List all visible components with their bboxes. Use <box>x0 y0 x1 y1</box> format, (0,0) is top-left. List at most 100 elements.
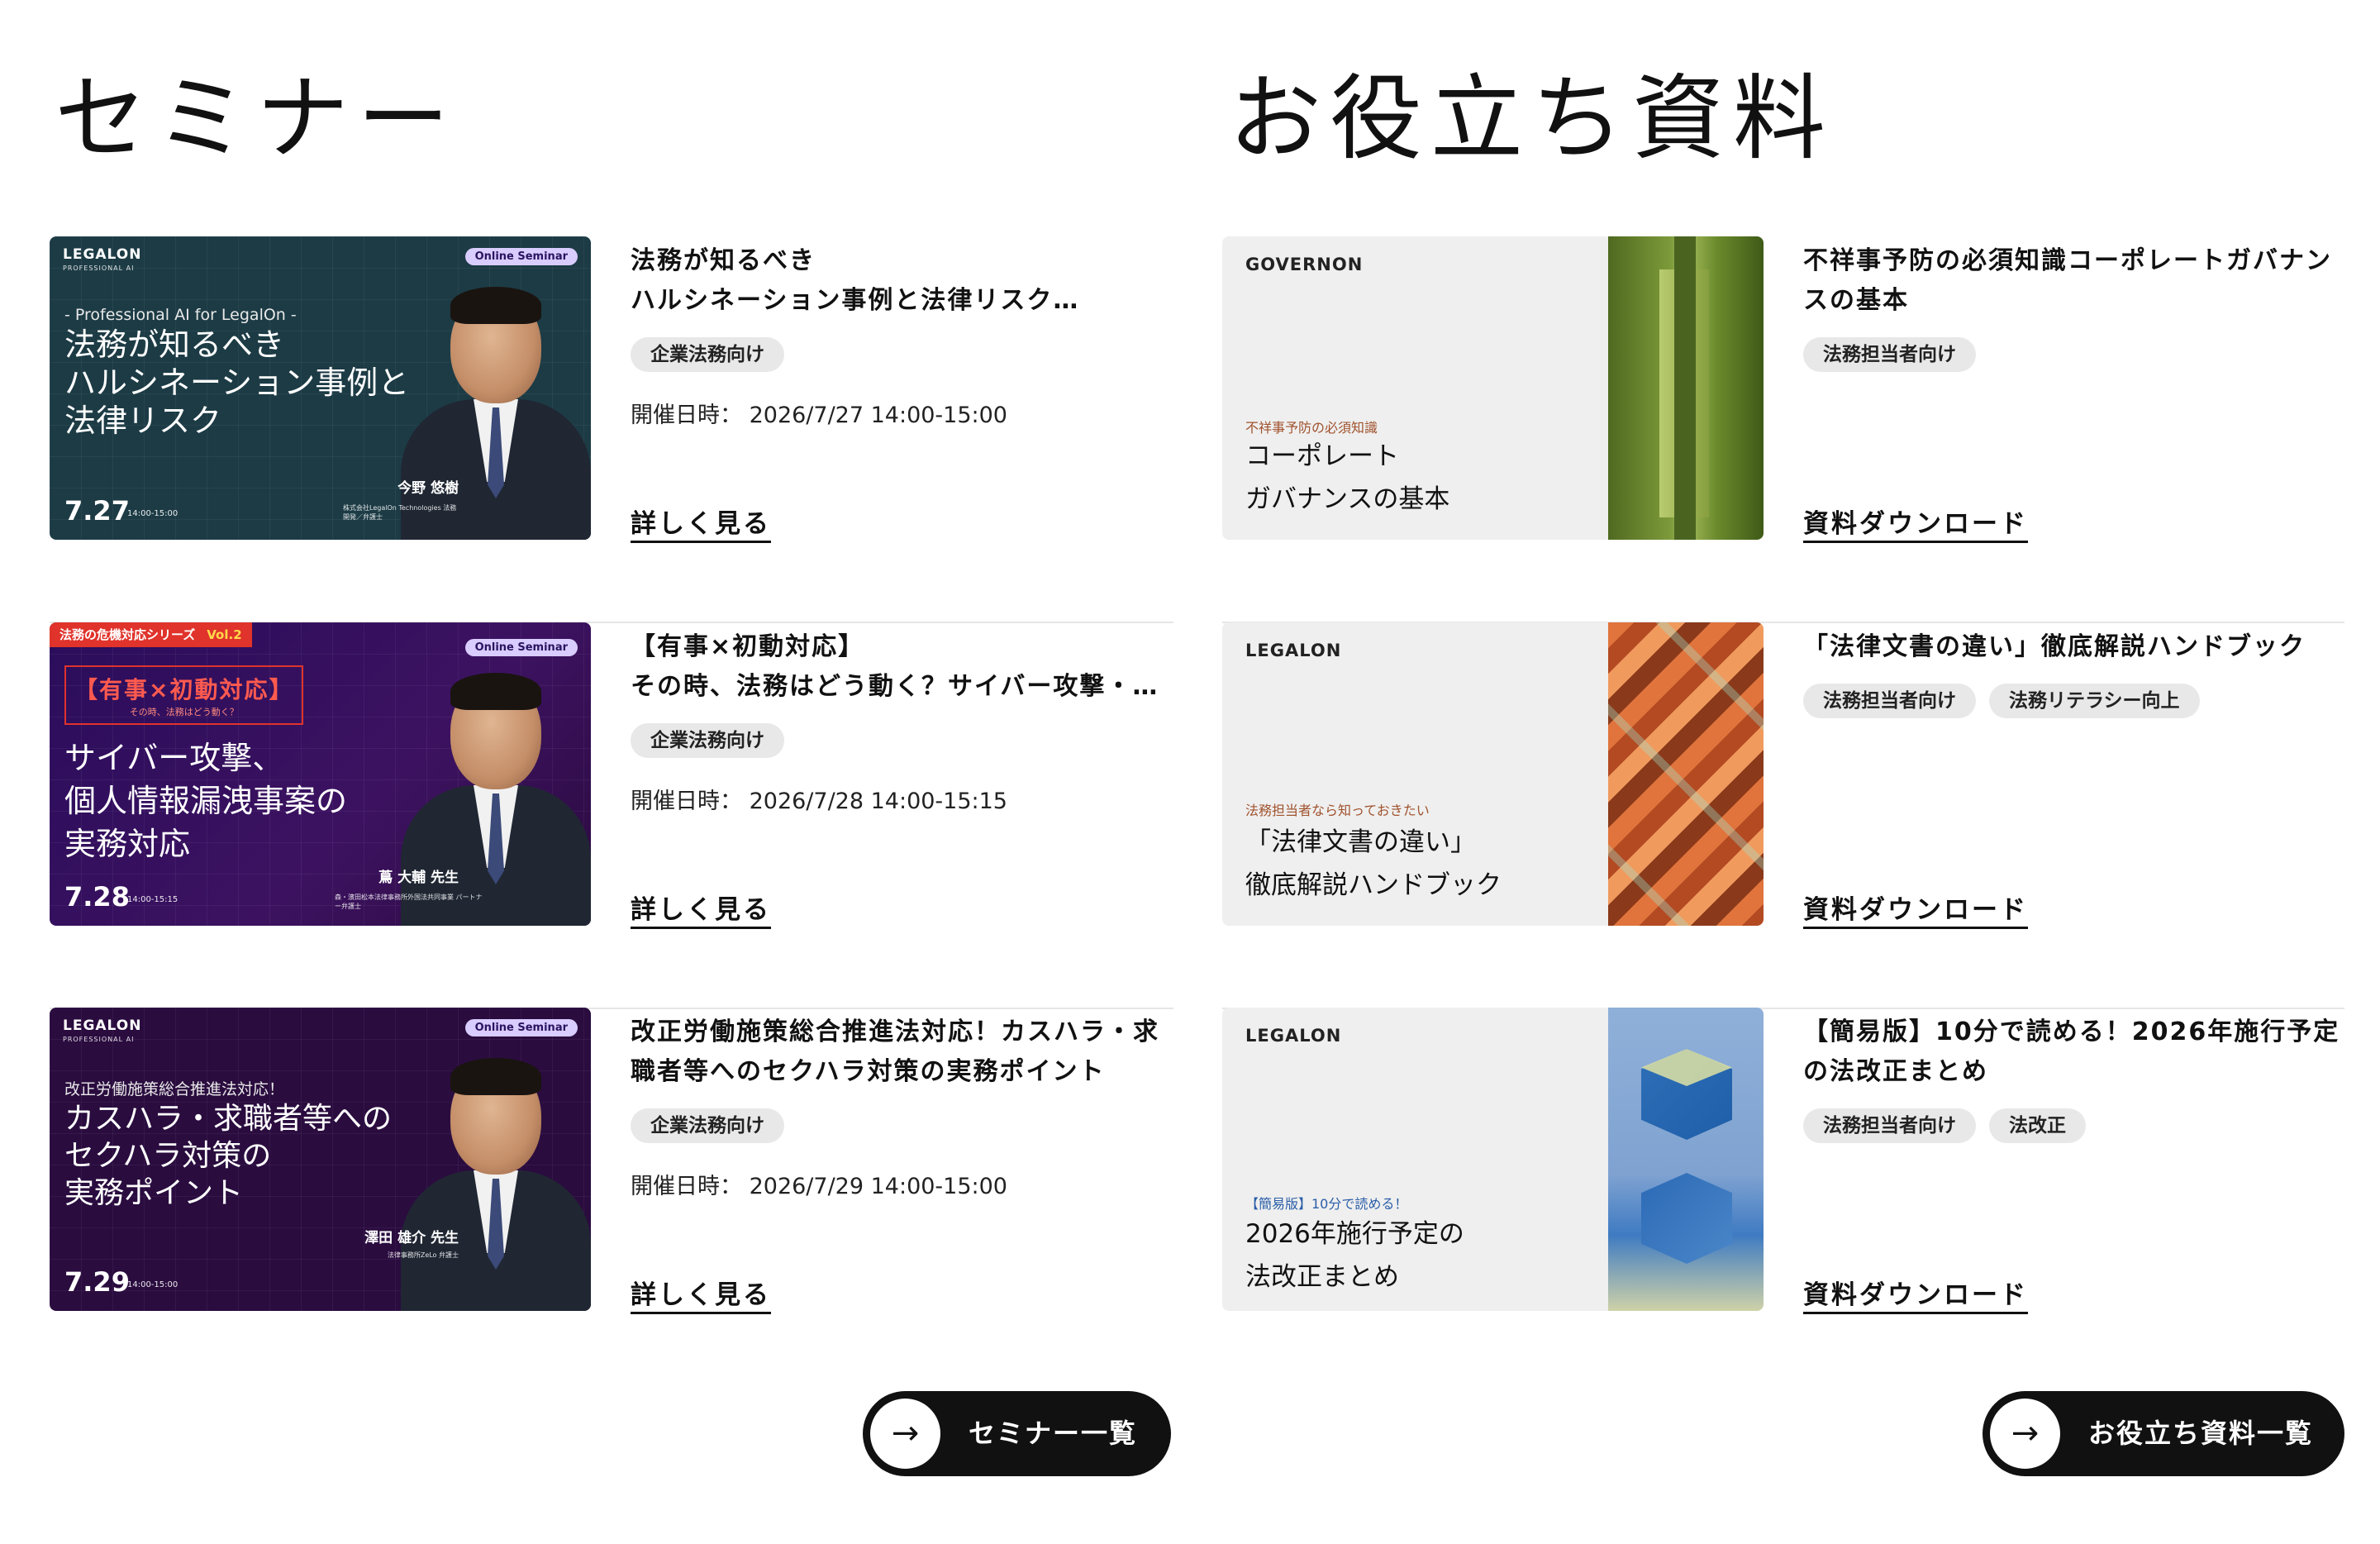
resource-info: 【簡易版】10分で読める！2026年施行予定の法改正まとめ 法務担当者向け 法改… <box>1803 1008 2344 1311</box>
resources-section-title: お役立ち資料 <box>1229 65 1834 173</box>
view-details-link[interactable]: 詳しく見る <box>631 1274 771 1311</box>
online-seminar-badge: Online Seminar <box>464 639 578 656</box>
seminar-date: 開催日時： 2026/7/29 14:00-15:00 <box>631 1168 1173 1200</box>
seminar-date: 開催日時： 2026/7/27 14:00-15:00 <box>631 397 1173 429</box>
tag-list: 企業法務向け <box>631 337 1173 372</box>
seminar-info: 法務が知るべき ハルシネーション事例と法律リスク… 企業法務向け 開催日時： 2… <box>631 236 1173 540</box>
series-name: 法務の危機対応シリーズ <box>60 627 196 642</box>
thumbnail-eyebrow: 法務担当者なら知っておきたい <box>1245 803 1430 818</box>
resource-card[interactable]: GOVERNON 不祥事予防の必須知識 コーポレート ガバナンスの基本 不祥事予… <box>1222 236 2344 623</box>
download-link[interactable]: 資料ダウンロード <box>1803 1274 2028 1311</box>
legalon-logo: LEGALON <box>1245 641 1342 660</box>
resource-title[interactable]: 【簡易版】10分で読める！2026年施行予定の法改正まとめ <box>1803 1013 2344 1092</box>
tag[interactable]: 企業法務向け <box>631 723 784 758</box>
speaker-affiliation: 法律事務所ZeLo 弁護士 <box>387 1251 459 1259</box>
seminar-card[interactable]: LEGALON PROFESSIONAL AI Online Seminar -… <box>50 236 1173 623</box>
resource-thumbnail[interactable]: LEGALON 【簡易版】10分で読める！ 2026年施行予定の 法改正まとめ <box>1222 1008 1764 1311</box>
resource-info: 「法律文書の違い」徹底解説ハンドブック 法務担当者向け 法務リテラシー向上 資料… <box>1803 622 2344 926</box>
arrow-right-icon: → <box>870 1399 940 1469</box>
tag-list: 企業法務向け <box>631 1108 1173 1143</box>
tag-list: 企業法務向け <box>631 723 1173 758</box>
tag[interactable]: 企業法務向け <box>631 1108 784 1143</box>
resource-thumbnail[interactable]: GOVERNON 不祥事予防の必須知識 コーポレート ガバナンスの基本 <box>1222 236 1764 540</box>
tag[interactable]: 法務リテラシー向上 <box>1989 684 2200 718</box>
seminar-card[interactable]: LEGALON PROFESSIONAL AI Online Seminar 改… <box>50 1008 1173 1394</box>
seminar-info: 改正労働施策総合推進法対応！カスハラ・求職者等へのセクハラ対策の実務ポイント 企… <box>631 1008 1173 1311</box>
thumbnail-eyebrow: 【簡易版】10分で読める！ <box>1245 1196 1408 1212</box>
seminar-title[interactable]: 改正労働施策総合推進法対応！カスハラ・求職者等へのセクハラ対策の実務ポイント <box>631 1013 1173 1092</box>
thumbnail-headline: 「法律文書の違い」 徹底解説ハンドブック <box>1245 827 1502 900</box>
seminar-section-title: セミナー <box>55 65 458 173</box>
legalon-logo: LEGALON <box>63 246 142 263</box>
resource-thumbnail[interactable]: LEGALON 法務担当者なら知っておきたい 「法律文書の違い」 徹底解説ハンド… <box>1222 622 1764 926</box>
legalon-logo: LEGALON <box>1245 1026 1342 1046</box>
resource-title[interactable]: 「法律文書の違い」徹底解説ハンドブック <box>1803 627 2344 667</box>
resource-title[interactable]: 不祥事予防の必須知識コーポレートガバナンスの基本 <box>1803 241 2344 321</box>
tag[interactable]: 法改正 <box>1989 1108 2086 1143</box>
arrow-right-icon: → <box>1990 1399 2060 1469</box>
decorative-artwork <box>1608 1008 1764 1311</box>
legalon-logo: LEGALON <box>63 1017 142 1034</box>
series-vol: Vol.2 <box>207 627 242 642</box>
topic-subtitle: その時、法務はどう動く？ <box>129 707 239 717</box>
tag[interactable]: 法務担当者向け <box>1803 684 1976 718</box>
thumbnail-date: 7.29 <box>64 1266 130 1298</box>
date-value: 2026/7/27 14:00-15:00 <box>749 403 1007 428</box>
resource-info: 不祥事予防の必須知識コーポレートガバナンスの基本 法務担当者向け 資料ダウンロー… <box>1803 236 2344 540</box>
download-link[interactable]: 資料ダウンロード <box>1803 503 2028 540</box>
seminar-title[interactable]: 【有事×初動対応】 その時、法務はどう動く？サイバー攻撃・… <box>631 627 1173 707</box>
topic-box: 【有事×初動対応】 その時、法務はどう動く？ <box>64 665 304 725</box>
view-details-link[interactable]: 詳しく見る <box>631 889 771 926</box>
speaker-photo <box>401 1046 591 1311</box>
tag[interactable]: 法務担当者向け <box>1803 337 1976 372</box>
thumbnail-date: 7.28 <box>64 881 130 913</box>
seminar-list-label: セミナー一覧 <box>969 1418 1138 1449</box>
seminar-card[interactable]: 法務の危機対応シリーズ Vol.2 Online Seminar 【有事×初動対応… <box>50 622 1173 1009</box>
thumbnail-time: 14:00-15:00 <box>127 1280 178 1289</box>
topic-title: 【有事×初動対応】 <box>74 676 294 703</box>
date-value: 2026/7/28 14:00-15:15 <box>749 789 1007 814</box>
resource-card[interactable]: LEGALON 法務担当者なら知っておきたい 「法律文書の違い」 徹底解説ハンド… <box>1222 622 2344 1009</box>
thumbnail-headline: コーポレート ガバナンスの基本 <box>1245 441 1450 514</box>
speaker-name: 蔦 大輔 先生 <box>378 870 459 886</box>
tag-list: 法務担当者向け 法改正 <box>1803 1108 2344 1143</box>
speaker-name: 今野 悠樹 <box>397 480 459 497</box>
thumbnail-eyebrow: 改正労働施策総合推進法対応！ <box>64 1080 285 1098</box>
speaker-affiliation: 森・濱田松本法律事務所外国法共同事業 パートナー弁護士 <box>335 894 483 910</box>
thumbnail-headline: サイバー攻撃、 個人情報漏洩事案の 実務対応 <box>64 740 348 862</box>
online-seminar-badge: Online Seminar <box>464 1019 578 1036</box>
series-tag: 法務の危機対応シリーズ Vol.2 <box>50 622 252 647</box>
resource-card[interactable]: LEGALON 【簡易版】10分で読める！ 2026年施行予定の 法改正まとめ … <box>1222 1008 2344 1394</box>
seminar-title[interactable]: 法務が知るべき ハルシネーション事例と法律リスク… <box>631 241 1173 321</box>
seminar-list-button[interactable]: → セミナー一覧 <box>863 1391 1171 1476</box>
seminar-date: 開催日時： 2026/7/28 14:00-15:15 <box>631 783 1173 815</box>
date-label: 開催日時： <box>631 789 742 814</box>
view-details-link[interactable]: 詳しく見る <box>631 503 771 540</box>
thumbnail-eyebrow: 不祥事予防の必須知識 <box>1245 420 1378 436</box>
seminar-thumbnail[interactable]: LEGALON PROFESSIONAL AI Online Seminar -… <box>50 236 591 540</box>
thumbnail-time: 14:00-15:15 <box>127 895 178 904</box>
tag[interactable]: 法務担当者向け <box>1803 1108 1976 1143</box>
date-label: 開催日時： <box>631 403 742 428</box>
online-seminar-badge: Online Seminar <box>464 248 578 265</box>
download-link[interactable]: 資料ダウンロード <box>1803 889 2028 926</box>
tag[interactable]: 企業法務向け <box>631 337 784 372</box>
resources-list-label: お役立ち資料一覧 <box>2088 1418 2314 1449</box>
speaker-affiliation: 株式会社LegalOn Technologies 法務開発／弁護士 <box>343 504 457 521</box>
seminar-thumbnail[interactable]: LEGALON PROFESSIONAL AI Online Seminar 改… <box>50 1008 591 1311</box>
thumbnail-headline: 2026年施行予定の 法改正まとめ <box>1245 1219 1464 1292</box>
seminar-info: 【有事×初動対応】 その時、法務はどう動く？サイバー攻撃・… 企業法務向け 開催… <box>631 622 1173 926</box>
governon-logo: GOVERNON <box>1245 255 1364 274</box>
tag-list: 法務担当者向け 法務リテラシー向上 <box>1803 684 2344 718</box>
speaker-photo <box>401 661 591 926</box>
seminar-thumbnail[interactable]: 法務の危機対応シリーズ Vol.2 Online Seminar 【有事×初動対応… <box>50 622 591 926</box>
date-value: 2026/7/29 14:00-15:00 <box>749 1174 1007 1199</box>
thumbnail-headline: カスハラ・求職者等への セクハラ対策の 実務ポイント <box>64 1102 393 1210</box>
speaker-photo <box>401 275 591 540</box>
resources-list-button[interactable]: → お役立ち資料一覧 <box>1983 1391 2344 1476</box>
speaker-name: 澤田 雄介 先生 <box>364 1230 459 1246</box>
legalon-logo-sub: PROFESSIONAL AI <box>63 264 135 272</box>
thumbnail-headline: 法務が知るべき ハルシネーション事例と 法律リスク <box>64 326 410 439</box>
thumbnail-eyebrow: - Professional AI for LegalOn - <box>64 306 297 324</box>
tag-list: 法務担当者向け <box>1803 337 2344 372</box>
